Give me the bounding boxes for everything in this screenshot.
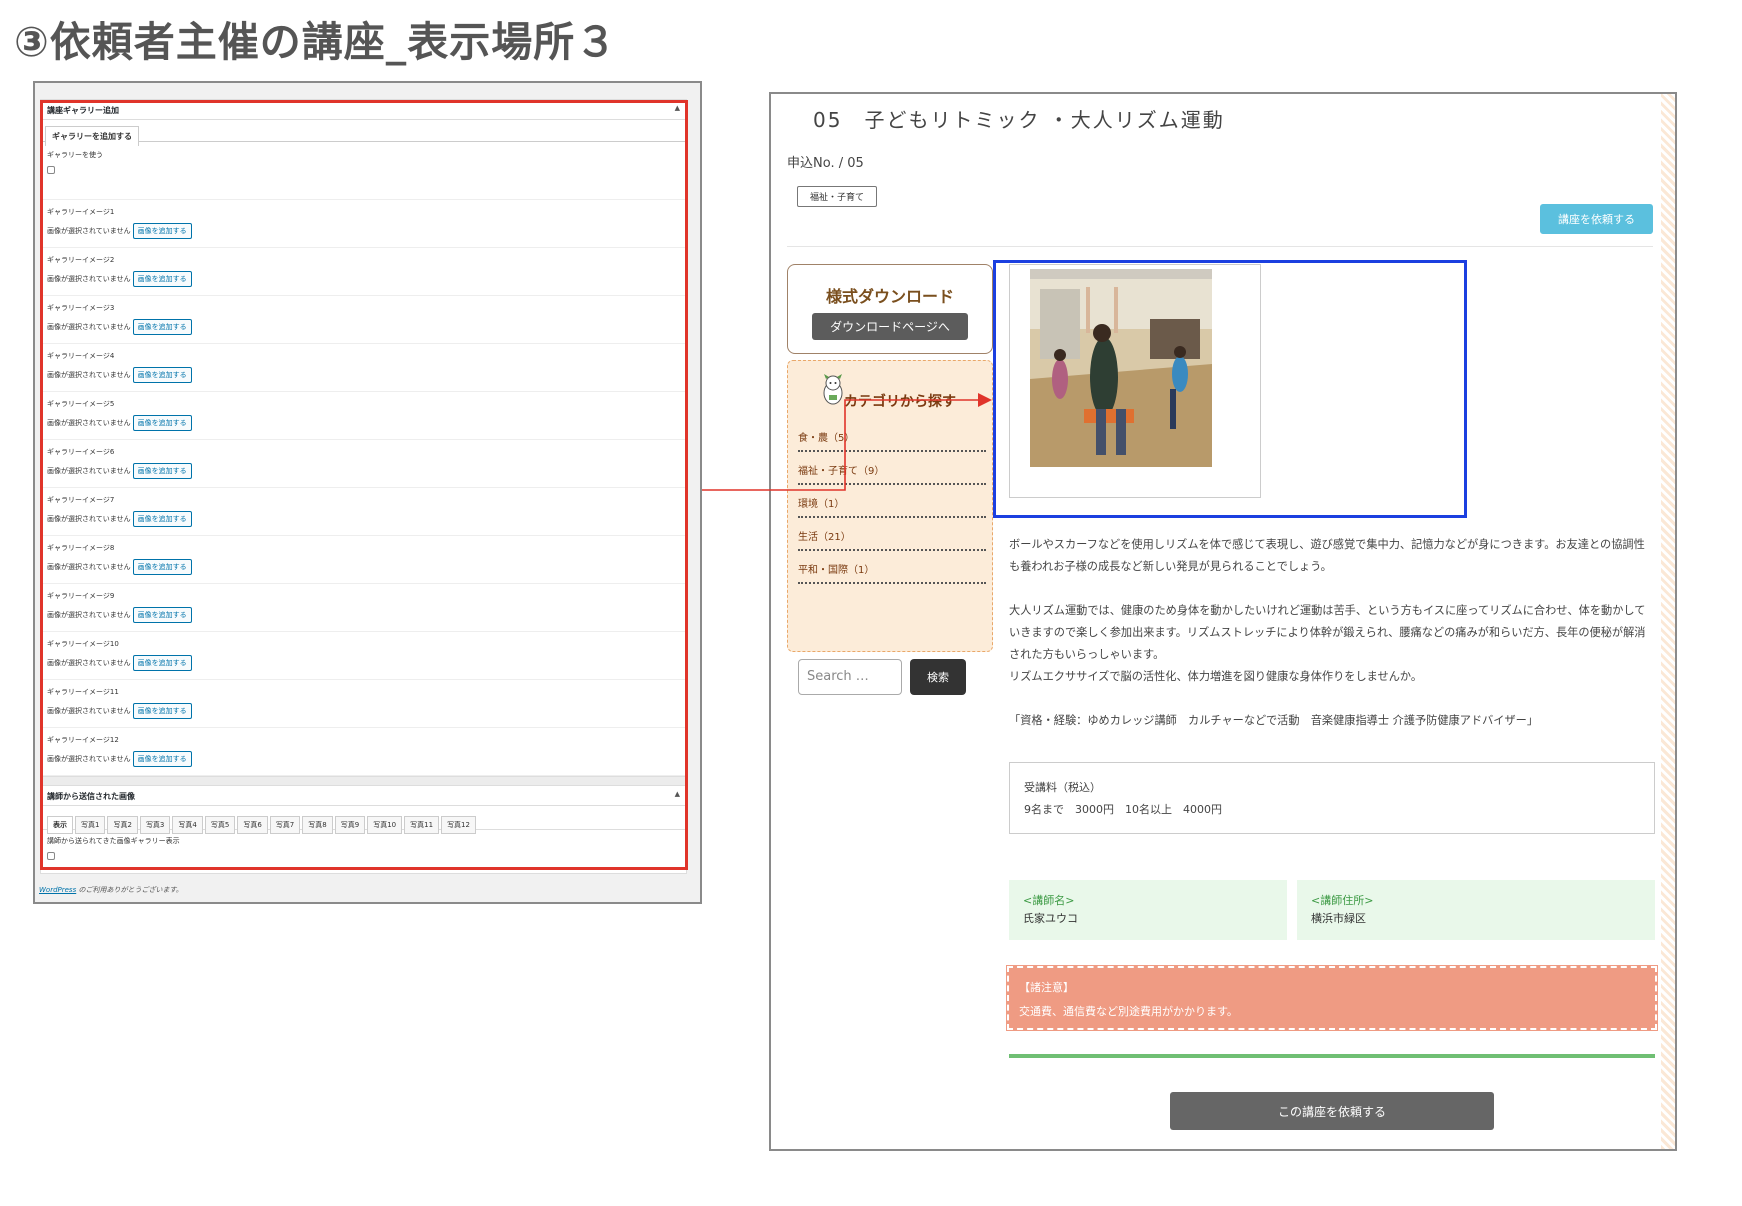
green-divider: [1009, 1054, 1655, 1058]
notice-label: 【諸注意】: [1019, 981, 1074, 994]
category-widget: カテゴリから探す 食・農（5） 福祉・子育て（9） 環境（1） 生活（21） 平和・国際…: [787, 360, 993, 695]
download-page-button[interactable]: ダウンロードページへ: [812, 313, 968, 340]
search-button[interactable]: 検索: [910, 659, 966, 695]
mascot-icon: [823, 374, 843, 405]
category-item[interactable]: 平和・国際（1）: [798, 551, 986, 584]
instructor-address-box: <講師住所> 横浜市緑区: [1297, 880, 1655, 940]
request-course-button-top[interactable]: 講座を依頼する: [1540, 204, 1653, 234]
category-tag[interactable]: 福祉・子育て: [797, 186, 878, 207]
admin-footer-text: のご利用ありがとうございます。: [76, 886, 183, 894]
slide-heading: ③依頼者主催の講座_表示場所３: [14, 18, 618, 66]
red-highlight-frame: [40, 100, 688, 870]
description-paragraph-2-cont: リズムエクササイズで脳の活性化、体力増進を図り健康な身体作りをしませんか。: [1009, 670, 1423, 683]
category-item[interactable]: 環境（1）: [798, 485, 986, 518]
download-title: 様式ダウンロード: [825, 287, 954, 306]
wordpress-link[interactable]: WordPress: [39, 886, 76, 894]
fee-label: 受講料（税込）: [1024, 781, 1101, 794]
admin-footer: WordPress のご利用ありがとうございます。: [39, 885, 183, 895]
instructor-name-box: <講師名> 氏家ユウコ: [1009, 880, 1287, 940]
category-item[interactable]: 生活（21）: [798, 518, 986, 551]
header-divider: [787, 246, 1653, 247]
instructor-qualifications: 「資格・経験：ゆめカレッジ講師 カルチャーなどで活動 音楽健康指導士 介護予防健…: [1009, 714, 1539, 727]
course-description: ボールやスカーフなどを使用しリズムを体で感じて表現し、遊び感覚で集中力、記憶力な…: [1009, 534, 1655, 754]
description-paragraph-2: 大人リズム運動では、健康のため身体を動かしたいけれど運動は苦手、という方もイスに…: [1009, 604, 1646, 661]
fee-box: 受講料（税込） 9名まで 3000円 10名以上 4000円: [1009, 762, 1655, 834]
category-item[interactable]: 食・農（5）: [798, 419, 986, 452]
blue-highlight-frame: [993, 260, 1467, 518]
request-course-button-bottom[interactable]: この講座を依頼する: [1170, 1092, 1494, 1130]
course-title: 05 子どもリトミック ・大人リズム運動: [813, 108, 1225, 132]
category-list: 食・農（5） 福祉・子育て（9） 環境（1） 生活（21） 平和・国際（1） Searc…: [798, 419, 986, 695]
category-heading: カテゴリから探す: [844, 394, 956, 410]
instructor-name-value: 氏家ユウコ: [1023, 912, 1078, 925]
search-input[interactable]: Search …: [798, 659, 902, 695]
page-edge-stripe: [1661, 94, 1675, 1149]
notice-box: 【諸注意】 交通費、通信費など別途費用がかかります。: [1006, 965, 1658, 1031]
notice-text: 交通費、通信費など別途費用がかかります。: [1019, 1005, 1238, 1018]
description-paragraph-1: ボールやスカーフなどを使用しリズムを体で感じて表現し、遊び感覚で集中力、記憶力な…: [1009, 538, 1645, 573]
fee-value: 9名まで 3000円 10名以上 4000円: [1024, 803, 1222, 816]
instructor-address-value: 横浜市緑区: [1311, 912, 1366, 925]
application-number: 申込No. / 05: [787, 156, 864, 171]
course-page-screenshot: 05 子どもリトミック ・大人リズム運動 申込No. / 05 福祉・子育て 講…: [769, 92, 1677, 1151]
instructor-address-label: <講師住所>: [1311, 894, 1374, 907]
download-box: 様式ダウンロード ダウンロードページへ: [787, 264, 993, 354]
instructor-name-label: <講師名>: [1023, 894, 1075, 907]
category-item[interactable]: 福祉・子育て（9）: [798, 452, 986, 485]
